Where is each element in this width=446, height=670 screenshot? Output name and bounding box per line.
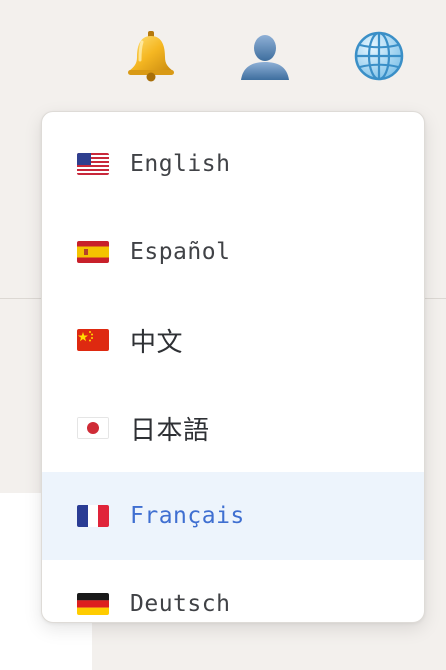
japan-flag-icon: [77, 417, 109, 439]
language-option-chinese[interactable]: 中文: [42, 296, 424, 384]
germany-flag-icon: [77, 593, 109, 615]
language-option-spanish[interactable]: Español: [42, 208, 424, 296]
language-label: 日本語: [130, 415, 210, 446]
us-flag-icon: [77, 153, 109, 175]
language-option-german[interactable]: Deutsch: [42, 560, 424, 622]
language-label: 中文: [130, 327, 184, 358]
language-option-french[interactable]: Français: [42, 472, 424, 560]
language-dropdown: English Español 中文 日本語 Français Deutsch: [41, 111, 425, 623]
language-option-japanese[interactable]: 日本語: [42, 384, 424, 472]
language-label: English: [130, 151, 231, 177]
language-option-english[interactable]: English: [42, 120, 424, 208]
china-flag-icon: [77, 329, 109, 351]
language-label: Español: [130, 239, 231, 265]
spain-flag-icon: [77, 241, 109, 263]
user-icon[interactable]: [237, 28, 293, 84]
language-label: Français: [130, 503, 245, 529]
globe-icon[interactable]: [351, 28, 407, 84]
language-label: Deutsch: [130, 591, 231, 617]
france-flag-icon: [77, 505, 109, 527]
bell-icon[interactable]: [123, 28, 179, 84]
